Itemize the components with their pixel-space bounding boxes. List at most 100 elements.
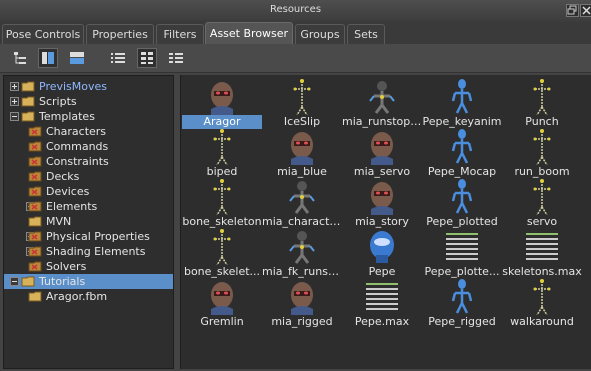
- asset-item[interactable]: mia_blue: [262, 127, 342, 178]
- asset-item[interactable]: Gremlin: [182, 277, 262, 328]
- restore-icon: [567, 5, 577, 15]
- robot-figure-icon: [451, 279, 473, 314]
- split-horizontal-button[interactable]: [67, 48, 87, 68]
- split-vertical-button[interactable]: [38, 48, 58, 68]
- tab-sets[interactable]: Sets: [347, 24, 385, 44]
- tab-filters[interactable]: Filters: [156, 24, 204, 44]
- details-view-button[interactable]: [166, 48, 186, 68]
- folder-tree[interactable]: PrevisMoves Scripts Templates Characters Com…: [3, 75, 174, 369]
- template-folder-icon: [28, 260, 44, 273]
- asset-item[interactable]: mia_rigged: [262, 277, 342, 328]
- tree-item[interactable]: Scripts: [4, 94, 173, 109]
- character-head-icon: [291, 282, 313, 315]
- list-view-button[interactable]: [108, 48, 128, 68]
- asset-item[interactable]: mia_runstopt...: [342, 77, 422, 128]
- asset-label: walkaround: [510, 315, 574, 328]
- data-table-icon: [366, 283, 398, 310]
- tree-item-label: Characters: [46, 125, 107, 138]
- skeleton-icon: [533, 179, 551, 215]
- asset-item[interactable]: Pepe.max: [342, 277, 422, 328]
- tab-bar: Pose Controls Properties Filters Asset B…: [0, 22, 591, 44]
- tree-item[interactable]: Physical Properties: [4, 229, 173, 244]
- data-table-icon: [446, 233, 478, 260]
- asset-item[interactable]: Pepe_rigged: [422, 277, 502, 328]
- tree-item[interactable]: Commands: [4, 139, 173, 154]
- asset-item[interactable]: IceSlip: [262, 77, 342, 128]
- asset-item[interactable]: biped: [182, 127, 262, 178]
- collapse-icon[interactable]: [10, 277, 19, 286]
- folder-icon: [21, 110, 37, 123]
- tree-item-label: Tutorials: [39, 275, 86, 288]
- template-folder-icon: [28, 170, 44, 183]
- folder-icon: [21, 95, 37, 108]
- asset-label: mia_rigged: [271, 315, 333, 328]
- tree-item[interactable]: Tutorials: [4, 274, 173, 289]
- asset-item[interactable]: Pepe_plotted: [422, 177, 502, 228]
- skeleton-icon: [213, 229, 231, 265]
- tree-item[interactable]: Aragor.fbm: [4, 289, 173, 304]
- tree-item[interactable]: Decks: [4, 169, 173, 184]
- tree-hierarchy-icon: [14, 52, 26, 64]
- tab-pose-controls[interactable]: Pose Controls: [2, 24, 84, 44]
- close-button[interactable]: [580, 4, 591, 17]
- tree-item[interactable]: Shading Elements: [4, 244, 173, 259]
- tree-item-label: Scripts: [39, 95, 77, 108]
- asset-label: Pepe_rigged: [428, 315, 496, 328]
- asset-item[interactable]: walkaround: [502, 277, 582, 328]
- data-table-icon: [526, 233, 558, 260]
- template-folder-icon: [28, 155, 44, 168]
- asset-item[interactable]: bone_skelet...: [182, 227, 262, 278]
- robot-figure-icon: [451, 129, 473, 164]
- template-folder-icon: [28, 200, 44, 213]
- asset-item[interactable]: Aragor: [182, 77, 262, 129]
- window-titlebar: Resources: [0, 0, 591, 23]
- expand-icon[interactable]: [10, 82, 19, 91]
- asset-item[interactable]: Pepe: [342, 227, 422, 278]
- view-toolbar: [0, 44, 591, 73]
- thumbnail-view-icon: [141, 52, 153, 64]
- template-folder-icon: [28, 125, 44, 138]
- character-head-icon: [371, 182, 393, 215]
- asset-item[interactable]: Pepe_Mocap: [422, 127, 502, 178]
- tree-item[interactable]: Solvers: [4, 259, 173, 274]
- tree-item[interactable]: MVN: [4, 214, 173, 229]
- asset-item[interactable]: Pepe_plotte...: [422, 227, 502, 278]
- tree-item-label: Templates: [39, 110, 95, 123]
- asset-item[interactable]: Pepe_keyanim: [422, 77, 502, 128]
- expand-icon[interactable]: [10, 97, 19, 106]
- tree-item[interactable]: Devices: [4, 184, 173, 199]
- folder-icon: [28, 215, 44, 228]
- folder-icon: [21, 275, 37, 288]
- asset-item[interactable]: Punch: [502, 77, 582, 128]
- tree-item[interactable]: Constraints: [4, 154, 173, 169]
- window-title: Resources: [269, 4, 322, 15]
- tree-view-button[interactable]: [10, 48, 30, 68]
- restore-button[interactable]: [566, 4, 579, 17]
- thumbnail-view-button[interactable]: [137, 48, 157, 68]
- collapse-icon[interactable]: [10, 112, 19, 121]
- template-folder-icon: [28, 230, 44, 243]
- asset-item[interactable]: run_boom: [502, 127, 582, 178]
- tree-item[interactable]: PrevisMoves: [4, 79, 173, 94]
- asset-item[interactable]: skeletons.max: [502, 227, 582, 278]
- character-head-icon: [211, 82, 233, 115]
- tree-item[interactable]: Templates: [4, 109, 173, 124]
- asset-item[interactable]: servo: [502, 177, 582, 228]
- asset-item[interactable]: mia_fk_runst...: [262, 227, 342, 278]
- tab-groups[interactable]: Groups: [295, 24, 345, 44]
- robot-head-icon: [370, 231, 394, 263]
- asset-item[interactable]: mia_servo: [342, 127, 422, 178]
- tree-item[interactable]: Elements: [4, 199, 173, 214]
- folder-icon: [21, 80, 37, 93]
- tab-asset-browser[interactable]: Asset Browser: [205, 22, 293, 44]
- character-rig-icon: [289, 231, 315, 264]
- list-view-icon: [111, 53, 125, 63]
- asset-item[interactable]: mia_characte...: [262, 177, 342, 228]
- tree-item-label: Shading Elements: [46, 245, 146, 258]
- split-vertical-icon: [42, 52, 54, 64]
- skeleton-icon: [213, 179, 231, 215]
- tree-item[interactable]: Characters: [4, 124, 173, 139]
- tab-properties[interactable]: Properties: [86, 24, 154, 44]
- asset-item[interactable]: mia_story: [342, 177, 422, 228]
- asset-item[interactable]: bone_skeleton: [182, 177, 262, 228]
